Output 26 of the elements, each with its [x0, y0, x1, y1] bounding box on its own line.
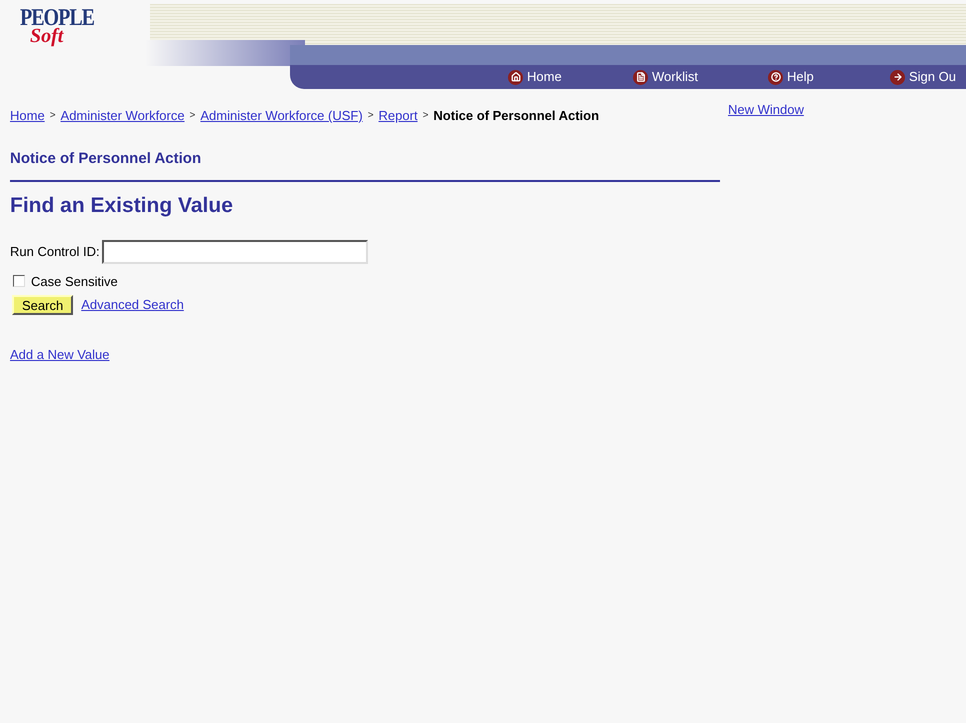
nav-link[interactable]: Home	[508, 67, 562, 87]
checkbox-label: Case Sensitive	[31, 272, 118, 290]
advanced-search-link[interactable]: Advanced Search	[81, 295, 184, 315]
search-button[interactable]: Search	[12, 295, 74, 315]
nav-link[interactable]: Sign Ou	[890, 67, 956, 87]
field-label: Run Control ID:	[10, 242, 100, 261]
breadcrumb-separator: >	[50, 109, 56, 124]
home-icon	[508, 70, 523, 84]
logo: PEOPLE Soft	[20, 8, 94, 46]
breadcrumb-link[interactable]: Administer Workforce	[60, 106, 185, 126]
breadcrumb-link[interactable]: Home	[10, 106, 45, 126]
run-control-id-field[interactable]	[102, 240, 368, 264]
help-icon	[768, 70, 783, 84]
breadcrumb-link[interactable]: Administer Workforce (USF)	[200, 106, 363, 126]
checkbox[interactable]	[13, 275, 25, 288]
nav-link[interactable]: Help	[768, 67, 814, 87]
page-title: Notice of Personnel Action	[10, 148, 720, 182]
nav-link[interactable]: Worklist	[633, 67, 698, 87]
add-new-value-link[interactable]: Add a New Value	[10, 345, 110, 364]
breadcrumb-link[interactable]: Report	[378, 106, 418, 126]
breadcrumb-separator: >	[368, 109, 374, 124]
page-heading: Find an Existing Value	[10, 193, 234, 219]
breadcrumb-separator: >	[190, 109, 196, 124]
new-window-link[interactable]: New Window	[728, 100, 804, 120]
breadcrumb-separator: >	[422, 109, 428, 124]
breadcrumb-current: Notice of Personnel Action	[433, 107, 600, 125]
